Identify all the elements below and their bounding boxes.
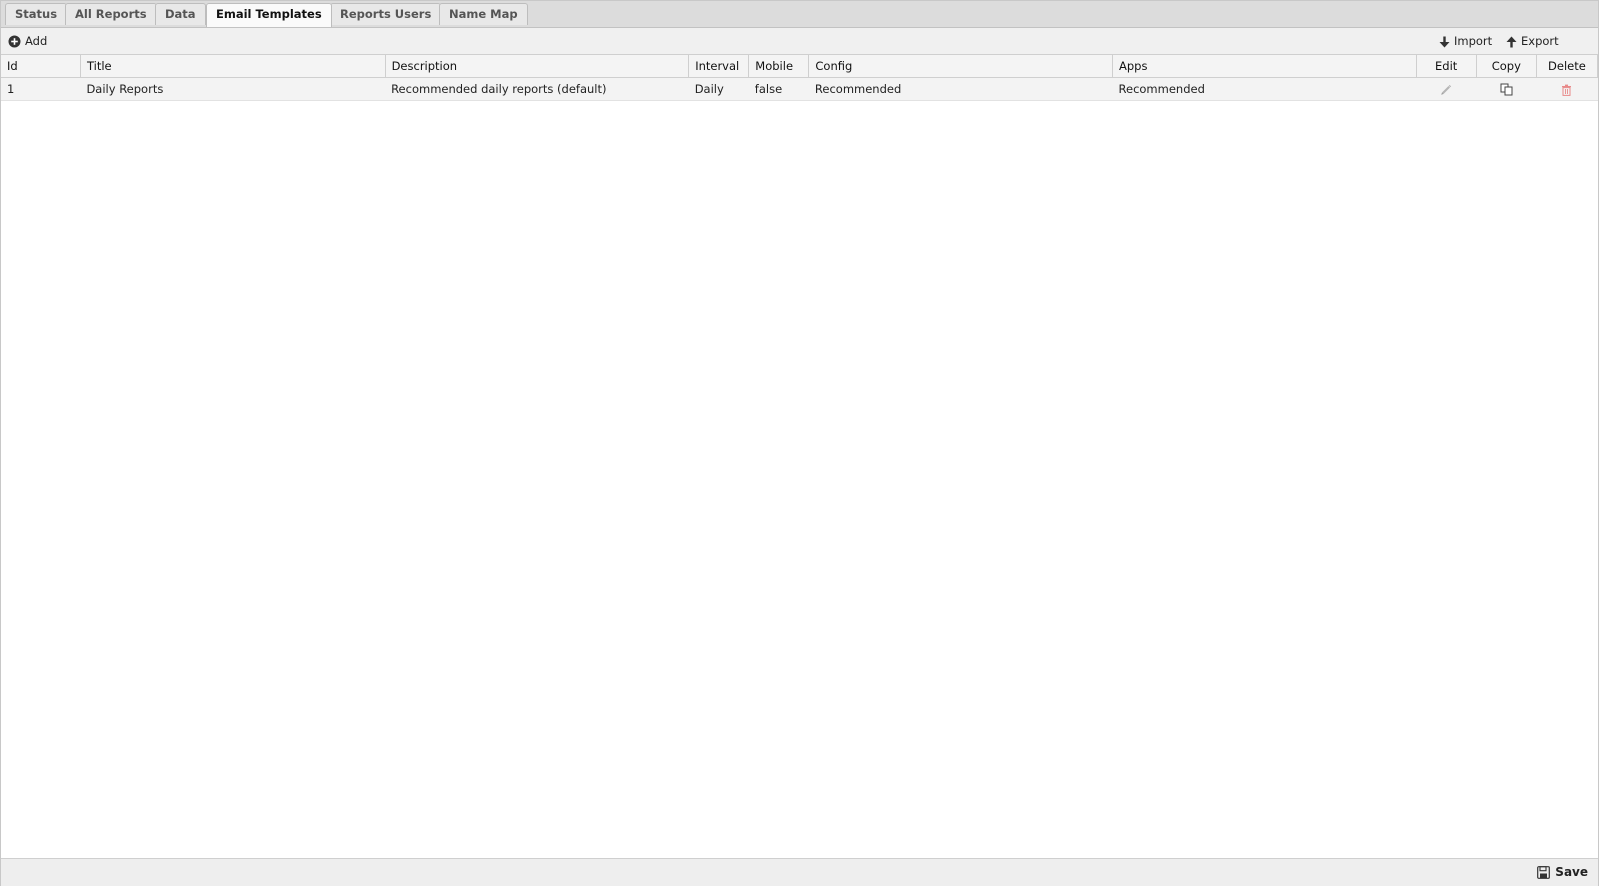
arrow-down-icon (1439, 36, 1450, 48)
column-header-delete: Delete (1536, 55, 1599, 78)
pencil-icon[interactable] (1440, 84, 1452, 96)
save-label: Save (1555, 865, 1588, 879)
cell-title: Daily Reports (80, 77, 386, 101)
table-row[interactable]: 1 Daily Reports Recommended daily report… (1, 77, 1598, 101)
table-header-row: Id Title Description Interval Mobile Con… (1, 55, 1599, 78)
cell-config: Recommended (808, 77, 1113, 101)
import-label: Import (1454, 34, 1493, 48)
plus-circle-icon (8, 35, 21, 48)
tab-name-map[interactable]: Name Map (439, 3, 528, 25)
cell-interval: Daily (688, 77, 749, 101)
column-header-title[interactable]: Title (80, 55, 386, 78)
floppy-disk-icon (1537, 866, 1551, 879)
cell-delete (1536, 77, 1598, 101)
tab-data[interactable]: Data (155, 3, 206, 25)
cell-edit (1416, 77, 1477, 101)
copy-icon[interactable] (1500, 83, 1513, 96)
footer-bar: Save (1, 858, 1598, 886)
cell-id: 1 (1, 77, 81, 101)
trash-icon[interactable] (1561, 84, 1572, 96)
tab-reports-users[interactable]: Reports Users (330, 3, 442, 25)
export-label: Export (1521, 34, 1559, 48)
arrow-up-icon (1506, 36, 1517, 48)
cell-description: Recommended daily reports (default) (385, 77, 689, 101)
toolbar: Add Import Export (1, 28, 1598, 55)
app-window: Status All Reports Data Email Templates … (0, 0, 1599, 886)
column-header-mobile[interactable]: Mobile (748, 55, 810, 78)
tab-bar: Status All Reports Data Email Templates … (1, 1, 1598, 28)
column-header-config[interactable]: Config (808, 55, 1114, 78)
tab-email-templates[interactable]: Email Templates (206, 3, 332, 27)
column-header-description[interactable]: Description (385, 55, 690, 78)
import-button[interactable]: Import (1439, 28, 1492, 54)
column-header-edit: Edit (1416, 55, 1477, 78)
cell-mobile: false (748, 77, 809, 101)
add-button[interactable]: Add (8, 28, 47, 54)
column-header-apps[interactable]: Apps (1112, 55, 1417, 78)
column-header-interval[interactable]: Interval (688, 55, 750, 78)
column-header-copy: Copy (1476, 55, 1537, 78)
tab-status[interactable]: Status (5, 3, 68, 25)
email-templates-table: Id Title Description Interval Mobile Con… (1, 55, 1599, 101)
cell-apps: Recommended (1112, 77, 1417, 101)
tab-all-reports[interactable]: All Reports (65, 3, 157, 25)
export-button[interactable]: Export (1506, 28, 1559, 54)
cell-copy (1476, 77, 1537, 101)
column-header-id[interactable]: Id (1, 55, 81, 78)
add-label: Add (25, 34, 48, 48)
save-button[interactable]: Save (1537, 859, 1588, 886)
